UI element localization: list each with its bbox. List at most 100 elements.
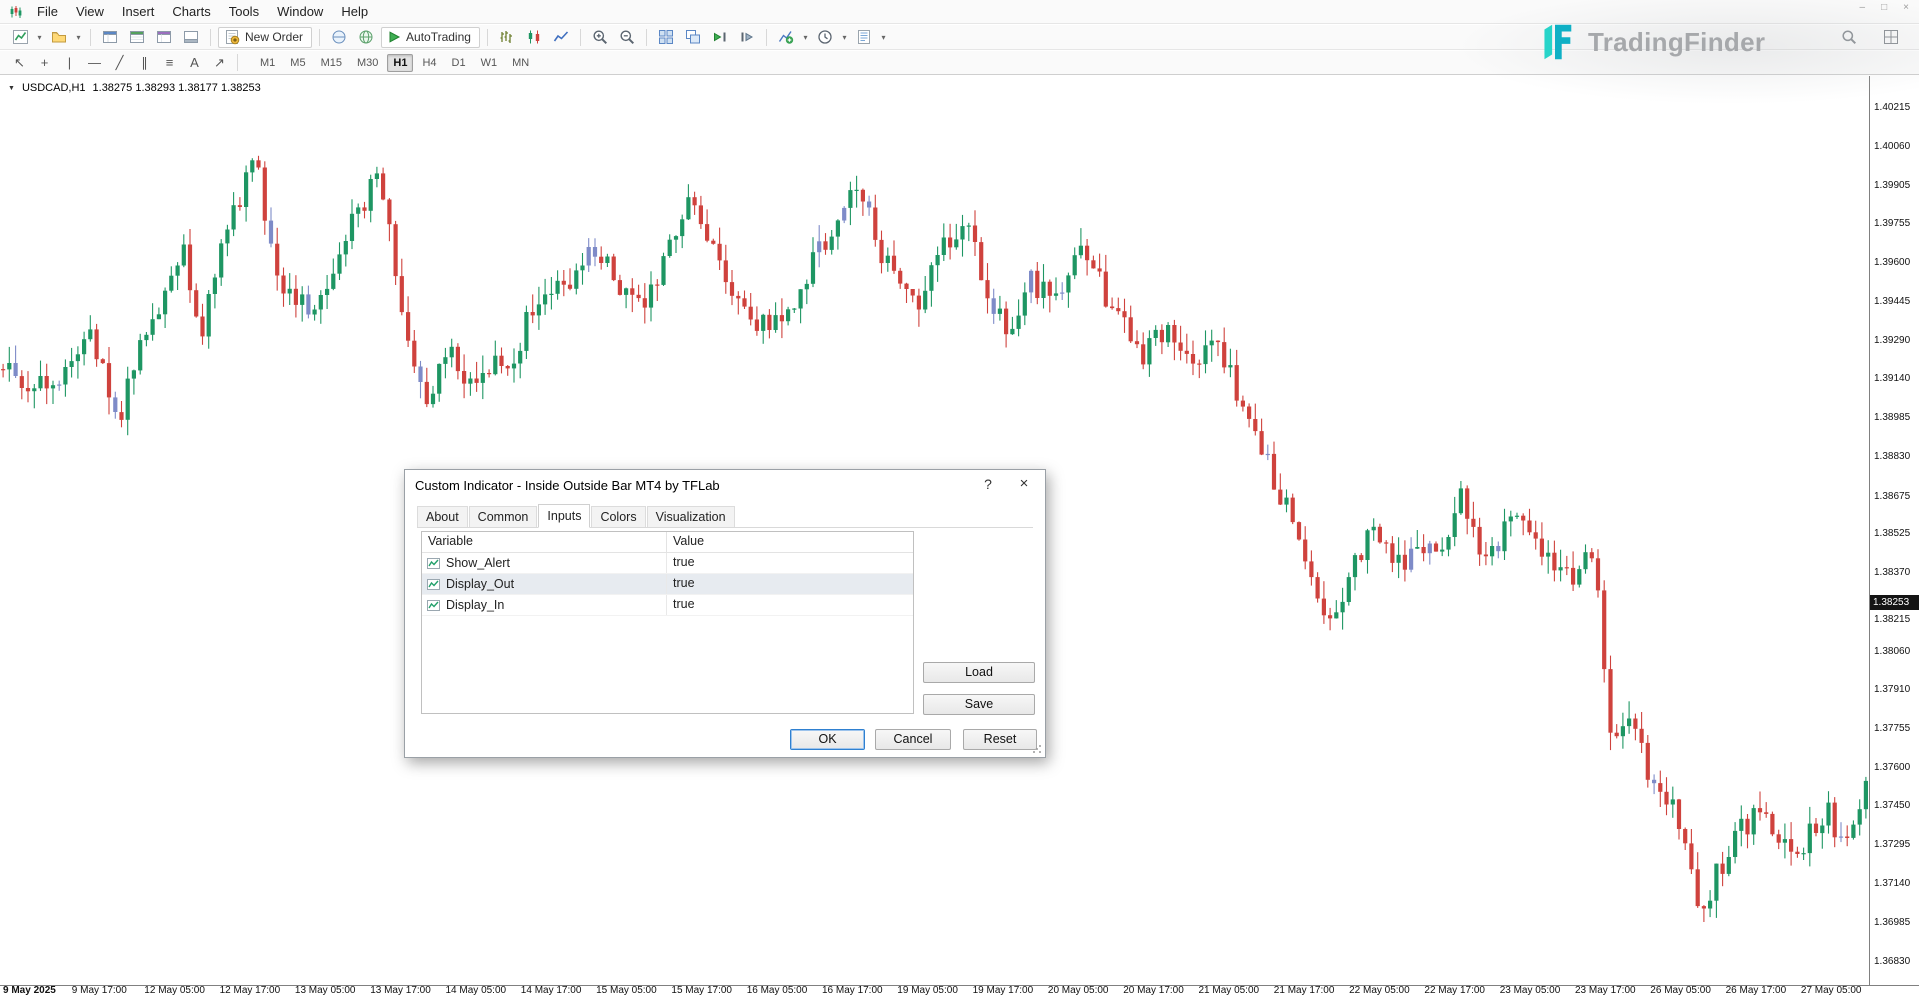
window-close-button[interactable]: × xyxy=(1903,2,1909,13)
indicators-caret-icon[interactable]: ▾ xyxy=(801,33,810,42)
dialog-help-button[interactable]: ? xyxy=(979,476,997,492)
resize-grip[interactable] xyxy=(1032,744,1042,754)
save-button[interactable]: Save xyxy=(923,694,1035,715)
ok-button[interactable]: OK xyxy=(790,729,865,750)
templates-icon[interactable] xyxy=(852,27,876,48)
window-controls: – □ × xyxy=(1860,2,1909,13)
cancel-button[interactable]: Cancel xyxy=(875,729,951,750)
templates-caret-icon[interactable]: ▾ xyxy=(879,33,888,42)
window-maximize-button[interactable]: □ xyxy=(1881,2,1887,13)
cascade-windows-icon[interactable] xyxy=(681,27,705,48)
expert-advisors-icon[interactable] xyxy=(327,27,351,48)
new-order-button[interactable]: New Order xyxy=(218,27,312,48)
inputs-table[interactable]: Variable Value Show_AlerttrueDisplay_Out… xyxy=(421,531,914,714)
reset-button[interactable]: Reset xyxy=(963,729,1037,750)
price-axis-label: 1.37140 xyxy=(1874,878,1910,890)
timeframe-h4-button[interactable]: H4 xyxy=(416,54,442,72)
search-icon[interactable] xyxy=(1837,27,1861,48)
zoom-out-icon[interactable] xyxy=(615,27,639,48)
variable-name: Show_Alert xyxy=(446,556,510,570)
auto-scroll-icon[interactable] xyxy=(708,27,732,48)
timeframe-m30-button[interactable]: M30 xyxy=(351,54,384,72)
new-chart-icon[interactable] xyxy=(8,27,32,48)
timeframe-mn-button[interactable]: MN xyxy=(506,54,535,72)
crosshair-icon[interactable]: + xyxy=(33,53,56,73)
fibonacci-retracement-icon[interactable]: ≡ xyxy=(158,53,181,73)
window-minimize-button[interactable]: – xyxy=(1860,2,1866,13)
price-axis-label: 1.36830 xyxy=(1874,956,1910,968)
menu-view[interactable]: View xyxy=(67,2,113,21)
new-chart-caret-icon[interactable]: ▾ xyxy=(35,33,44,42)
data-window-icon[interactable] xyxy=(125,27,149,48)
price-axis-label: 1.37910 xyxy=(1874,684,1910,696)
menu-window[interactable]: Window xyxy=(268,2,332,21)
timeframe-d1-button[interactable]: D1 xyxy=(446,54,472,72)
time-axis-label: 26 May 05:00 xyxy=(1650,986,1711,996)
variable-value[interactable]: true xyxy=(667,574,913,594)
chart-symbol-label[interactable]: ▼ USDCAD,H1 1.38275 1.38293 1.38177 1.38… xyxy=(8,82,261,94)
tab-inputs[interactable]: Inputs xyxy=(538,504,590,528)
new-order-icon xyxy=(224,29,240,45)
input-row-display_out[interactable]: Display_Outtrue xyxy=(422,574,913,595)
market-watch-icon[interactable] xyxy=(98,27,122,48)
indicator-dialog[interactable]: Custom Indicator - Inside Outside Bar MT… xyxy=(404,469,1046,758)
menu-charts[interactable]: Charts xyxy=(163,2,219,21)
dialog-tabs: AboutCommonInputsColorsVisualization xyxy=(417,504,1033,528)
cursor-icon[interactable]: ↖ xyxy=(8,53,31,73)
menu-file[interactable]: File xyxy=(28,2,67,21)
tab-common[interactable]: Common xyxy=(469,506,538,527)
time-axis[interactable]: 9 May 20259 May 17:0012 May 05:0012 May … xyxy=(0,986,1919,996)
horizontal-line-icon[interactable]: — xyxy=(83,53,106,73)
indicators-icon[interactable] xyxy=(774,27,798,48)
equidistant-channel-icon[interactable]: ∥ xyxy=(133,53,156,73)
tab-about[interactable]: About xyxy=(417,506,468,527)
dialog-title: Custom Indicator - Inside Outside Bar MT… xyxy=(415,478,720,493)
timeframe-h1-button[interactable]: H1 xyxy=(387,54,413,72)
price-axis-label: 1.36985 xyxy=(1874,917,1910,929)
input-row-show_alert[interactable]: Show_Alert true xyxy=(422,553,913,574)
collapse-icon[interactable]: ▼ xyxy=(8,85,15,92)
variable-value[interactable]: true xyxy=(667,553,913,573)
profiles-icon[interactable] xyxy=(47,27,71,48)
terminal-icon[interactable] xyxy=(179,27,203,48)
price-axis-label: 1.38525 xyxy=(1874,528,1910,540)
timeframe-m15-button[interactable]: M15 xyxy=(315,54,348,72)
profiles-caret-icon[interactable]: ▾ xyxy=(74,33,83,42)
price-axis-separator xyxy=(1869,76,1870,986)
timeframe-m1-button[interactable]: M1 xyxy=(254,54,281,72)
time-axis-label: 9 May 2025 xyxy=(3,986,56,996)
vertical-line-icon[interactable]: | xyxy=(58,53,81,73)
toolbar-separator xyxy=(766,29,767,46)
tab-colors[interactable]: Colors xyxy=(591,506,645,527)
trendline-icon[interactable]: ╱ xyxy=(108,53,131,73)
tradingfinder-logo-text: TradingFinder xyxy=(1588,27,1765,58)
timeframe-m5-button[interactable]: M5 xyxy=(284,54,311,72)
tile-windows-icon[interactable] xyxy=(654,27,678,48)
timeframe-w1-button[interactable]: W1 xyxy=(475,54,504,72)
price-axis-label: 1.37450 xyxy=(1874,800,1910,812)
text-label-icon[interactable]: A xyxy=(183,53,206,73)
navigator-icon[interactable] xyxy=(152,27,176,48)
line-chart-icon[interactable] xyxy=(549,27,573,48)
arrow-objects-icon[interactable]: ↗ xyxy=(208,53,231,73)
time-axis-label: 15 May 05:00 xyxy=(596,986,657,996)
dialog-titlebar[interactable]: Custom Indicator - Inside Outside Bar MT… xyxy=(405,470,1045,500)
load-button[interactable]: Load xyxy=(923,662,1035,683)
periods-caret-icon[interactable]: ▾ xyxy=(840,33,849,42)
menu-help[interactable]: Help xyxy=(332,2,377,21)
autotrading-button[interactable]: AutoTrading xyxy=(381,27,480,48)
periods-icon[interactable] xyxy=(813,27,837,48)
input-row-display_in[interactable]: Display_Intrue xyxy=(422,595,913,616)
scripts-icon[interactable] xyxy=(354,27,378,48)
bar-chart-icon[interactable] xyxy=(495,27,519,48)
variable-value[interactable]: true xyxy=(667,595,913,615)
layout-grid-icon[interactable] xyxy=(1879,27,1903,48)
menu-tools[interactable]: Tools xyxy=(220,2,268,21)
timeframe-group: M1M5M15M30H1H4D1W1MN xyxy=(254,54,535,72)
zoom-in-icon[interactable] xyxy=(588,27,612,48)
tab-visualization[interactable]: Visualization xyxy=(647,506,735,527)
chart-shift-icon[interactable] xyxy=(735,27,759,48)
candlestick-chart-icon[interactable] xyxy=(522,27,546,48)
menu-insert[interactable]: Insert xyxy=(113,2,164,21)
dialog-close-icon[interactable]: × xyxy=(1015,475,1033,492)
